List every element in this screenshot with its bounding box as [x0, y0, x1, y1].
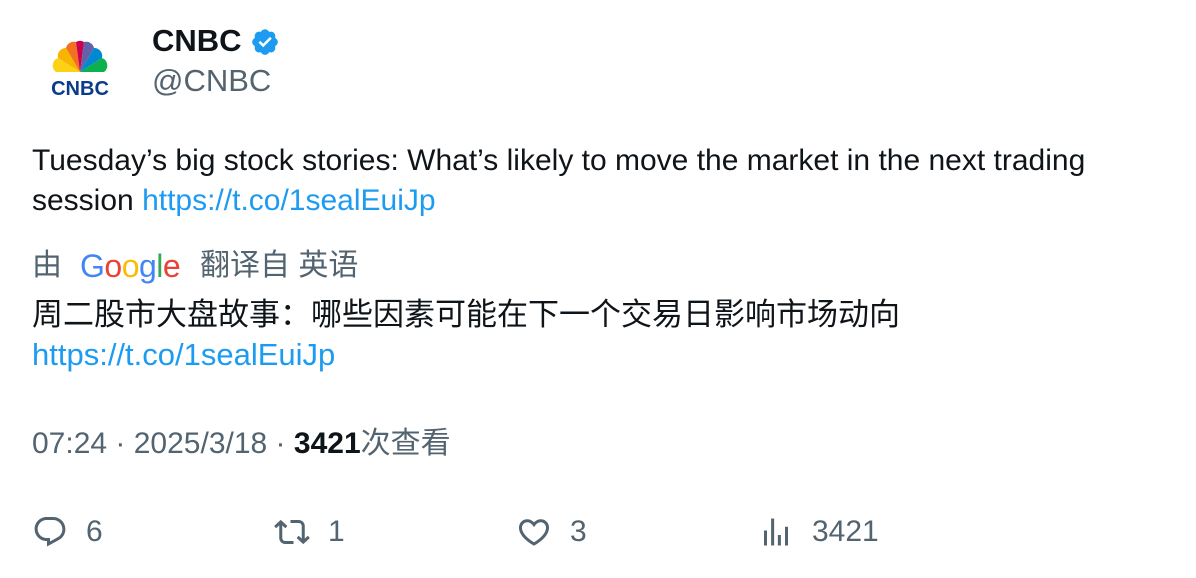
tweet-text: Tuesday’s big stock stories: What’s like… — [32, 141, 1172, 221]
views-count: 3421 — [293, 427, 361, 460]
retweet-count: 1 — [328, 515, 345, 548]
tweet-link[interactable]: https://t.co/1sealEuiJp — [142, 184, 436, 217]
retweet-icon — [274, 519, 310, 545]
tweet-date[interactable]: 2025/3/18 — [134, 427, 267, 460]
translation-attribution[interactable]: 由 Google 翻译自 英语 — [32, 246, 358, 286]
tweet-meta: 07:24 · 2025/3/18 · 3421次查看 — [32, 424, 451, 464]
views-action-count: 3421 — [812, 515, 879, 548]
analytics-bar-icon — [764, 518, 788, 546]
tweet-time[interactable]: 07:24 — [32, 427, 107, 460]
views-label: 次查看 — [360, 427, 451, 460]
retweet-button[interactable]: 1 — [274, 510, 345, 554]
heart-icon — [518, 519, 550, 546]
translation-suffix: 翻译自 英语 — [200, 249, 359, 282]
meta-separator: · — [107, 427, 134, 460]
translation-prefix: 由 — [32, 249, 62, 282]
translated-body: 周二股市大盘故事：哪些因素可能在下一个交易日影响市场动向 — [32, 297, 900, 332]
google-logo: Google — [80, 246, 181, 286]
author-name-row: CNBC — [152, 22, 280, 60]
meta-separator: · — [267, 427, 294, 460]
avatar-logo-text: CNBC — [51, 78, 109, 100]
like-count: 3 — [570, 515, 587, 548]
reply-icon — [34, 517, 66, 547]
action-bar: 6 1 3 3421 — [32, 510, 1172, 554]
translated-link[interactable]: https://t.co/1sealEuiJp — [32, 337, 335, 372]
author-display-name[interactable]: CNBC — [152, 22, 242, 60]
verified-badge-icon[interactable] — [250, 27, 280, 57]
avatar[interactable]: CNBC — [32, 28, 128, 124]
translated-text: 周二股市大盘故事：哪些因素可能在下一个交易日影响市场动向 https://t.c… — [32, 295, 1172, 375]
cnbc-peacock-logo: CNBC — [51, 40, 109, 100]
like-button[interactable]: 3 — [516, 510, 587, 554]
svg-text:Google: Google — [80, 248, 180, 284]
views-button[interactable]: 3421 — [758, 510, 879, 554]
reply-button[interactable]: 6 — [32, 510, 103, 554]
author-handle[interactable]: @CNBC — [152, 62, 271, 100]
reply-count: 6 — [86, 515, 103, 548]
